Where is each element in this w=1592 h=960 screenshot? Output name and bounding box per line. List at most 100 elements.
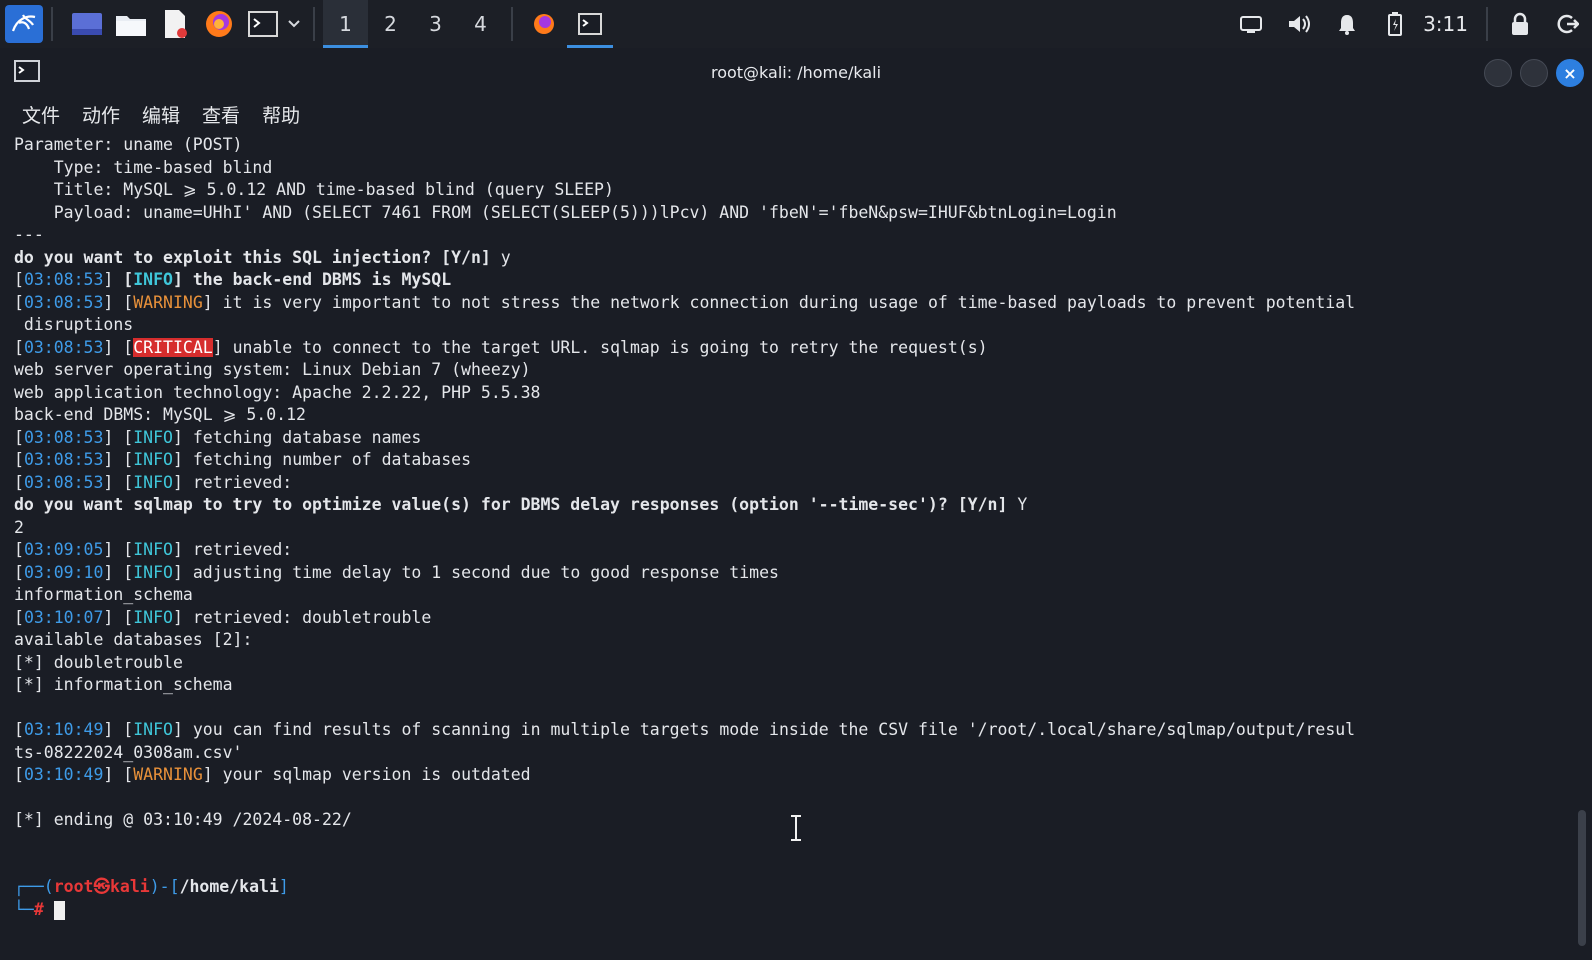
log-message: adjusting time delay to 1 second due to …: [182, 562, 779, 582]
window-title: root@kali: /home/kali: [710, 62, 882, 82]
lock-screen-icon[interactable]: [1496, 0, 1544, 48]
volume-icon[interactable]: [1275, 0, 1323, 48]
terminal-line: information_schema: [14, 585, 193, 604]
terminal-line: [03:09:05] [INFO] retrieved:: [14, 540, 293, 559]
user-answer: Y: [1007, 495, 1028, 514]
warning-tag: WARNING: [133, 765, 203, 784]
timestamp: 03:08:53: [23, 427, 104, 447]
logout-icon[interactable]: [1544, 0, 1592, 48]
prompt-question: do you want to exploit this SQL injectio…: [14, 247, 491, 267]
menu-bar: 文件 动作 编辑 查看 帮助: [0, 96, 1592, 132]
taskbar: 1 2 3 4 3:11: [0, 0, 1592, 49]
network-icon[interactable]: [1227, 0, 1275, 48]
prompt-user: root: [53, 877, 94, 896]
workspace-2[interactable]: 2: [368, 0, 413, 48]
terminal-launcher-icon[interactable]: [245, 6, 281, 42]
system-tray: 3:11: [1227, 0, 1592, 48]
terminal-line: [*] ending @ 03:10:49 /2024-08-22/: [14, 810, 352, 829]
terminal-line: Parameter: uname (POST): [14, 135, 243, 154]
log-message: the back-end DBMS is MySQL: [182, 270, 452, 289]
terminal-line: ---: [14, 225, 44, 244]
task-firefox-icon[interactable]: [521, 0, 567, 48]
firefox-icon[interactable]: [201, 6, 237, 42]
terminal-line: [03:08:53] [INFO] fetching database name…: [14, 427, 422, 447]
info-tag: INFO: [133, 450, 173, 469]
prompt-question: do you want sqlmap to try to optimize va…: [14, 495, 1008, 514]
terminal-output[interactable]: Parameter: uname (POST) Type: time-based…: [0, 132, 1568, 960]
taskbar-separator: [51, 7, 53, 41]
terminal-line: web application technology: Apache 2.2.2…: [14, 382, 541, 402]
tray-separator: [1486, 7, 1488, 41]
prompt-path: /home/kali: [179, 877, 279, 896]
terminal-line: [03:10:07] [INFO] retrieved: doubletroub…: [14, 607, 432, 627]
terminal-line: [03:08:53] [INFO] fetching number of dat…: [14, 450, 472, 469]
log-message: fetching number of databases: [182, 450, 472, 469]
workspace-1[interactable]: 1: [323, 0, 368, 48]
taskbar-separator: [313, 7, 315, 41]
terminal-line: back-end DBMS: MySQL ⩾ 5.0.12: [14, 405, 306, 424]
timestamp: 03:08:53: [23, 337, 104, 357]
minimize-button[interactable]: [1484, 59, 1512, 87]
timestamp: 03:10:49: [23, 720, 104, 739]
terminal-line: Title: MySQL ⩾ 5.0.12 AND time-based bli…: [14, 180, 614, 199]
shell-prompt: ┌──(root㉿kali)-[/home/kali]: [14, 877, 289, 896]
file-manager-icon[interactable]: [113, 6, 149, 42]
info-tag: INFO: [133, 427, 173, 447]
log-message: retrieved:: [182, 472, 293, 492]
terminal-line: 2: [14, 517, 24, 537]
timestamp: 03:09:05: [23, 540, 104, 559]
close-button[interactable]: ×: [1556, 59, 1584, 87]
task-terminal-icon[interactable]: [567, 0, 613, 48]
log-message: your sqlmap version is outdated: [212, 765, 531, 784]
user-answer: y: [490, 247, 511, 267]
text-editor-icon[interactable]: [157, 6, 193, 42]
battery-icon[interactable]: [1371, 0, 1419, 48]
maximize-button[interactable]: [1520, 59, 1548, 87]
show-desktop-icon[interactable]: [69, 6, 105, 42]
timestamp: 03:08:53: [23, 270, 104, 289]
taskbar-separator: [511, 7, 513, 41]
terminal-line: ts-08222024_0308am.csv': [14, 742, 243, 762]
terminal-line: [03:10:49] [INFO] you can find results o…: [14, 720, 1356, 739]
scrollbar-thumb[interactable]: [1578, 810, 1586, 946]
shell-prompt-input[interactable]: └─#: [14, 899, 65, 922]
prompt-hash: #: [33, 899, 44, 919]
info-tag: INFO: [133, 270, 173, 289]
info-tag: INFO: [133, 562, 173, 582]
chevron-down-icon[interactable]: [283, 6, 305, 42]
terminal-line: disruptions: [14, 315, 134, 334]
timestamp: 03:09:10: [23, 562, 104, 582]
info-tag: INFO: [133, 540, 173, 559]
prompt-host: kali: [110, 877, 150, 896]
mouse-ibeam-cursor-icon: [791, 815, 801, 841]
terminal-window-icon: [14, 60, 40, 82]
terminal-line: [03:08:53] [CRITICAL] unable to connect …: [14, 337, 988, 357]
terminal-line: [03:09:10] [INFO] adjusting time delay t…: [14, 562, 779, 582]
log-message: fetching database names: [182, 427, 422, 447]
kali-menu-icon[interactable]: [5, 5, 43, 43]
prompt-at-symbol: ㉿: [93, 877, 111, 896]
terminal-line: do you want sqlmap to try to optimize va…: [14, 494, 1027, 517]
log-message: you can find results of scanning in mult…: [182, 720, 1356, 739]
clock[interactable]: 3:11: [1423, 12, 1468, 36]
menu-view[interactable]: 查看: [202, 101, 240, 128]
terminal-window: root@kali: /home/kali × 文件 动作 编辑 查看 帮助 P…: [0, 48, 1592, 960]
terminal-line: Payload: uname=UHhI' AND (SELECT 7461 FR…: [14, 202, 1117, 222]
notifications-bell-icon[interactable]: [1323, 0, 1371, 48]
menu-actions[interactable]: 动作: [82, 101, 120, 128]
terminal-line: [03:08:53] [INFO] the back-end DBMS is M…: [14, 270, 452, 289]
menu-edit[interactable]: 编辑: [142, 101, 180, 128]
workspace-3[interactable]: 3: [413, 0, 458, 48]
timestamp: 03:08:53: [23, 292, 104, 312]
warning-tag: WARNING: [133, 292, 203, 312]
terminal-line: [03:08:53] [WARNING] it is very importan…: [14, 292, 1356, 312]
text-cursor: [53, 900, 65, 920]
terminal-line: [03:08:53] [INFO] retrieved:: [14, 472, 293, 492]
menu-file[interactable]: 文件: [22, 101, 60, 128]
workspace-4[interactable]: 4: [458, 0, 503, 48]
menu-help[interactable]: 帮助: [262, 101, 300, 128]
timestamp: 03:10:49: [23, 765, 104, 784]
window-titlebar[interactable]: root@kali: /home/kali ×: [0, 48, 1592, 96]
info-tag: INFO: [133, 720, 173, 739]
timestamp: 03:08:53: [23, 472, 104, 492]
